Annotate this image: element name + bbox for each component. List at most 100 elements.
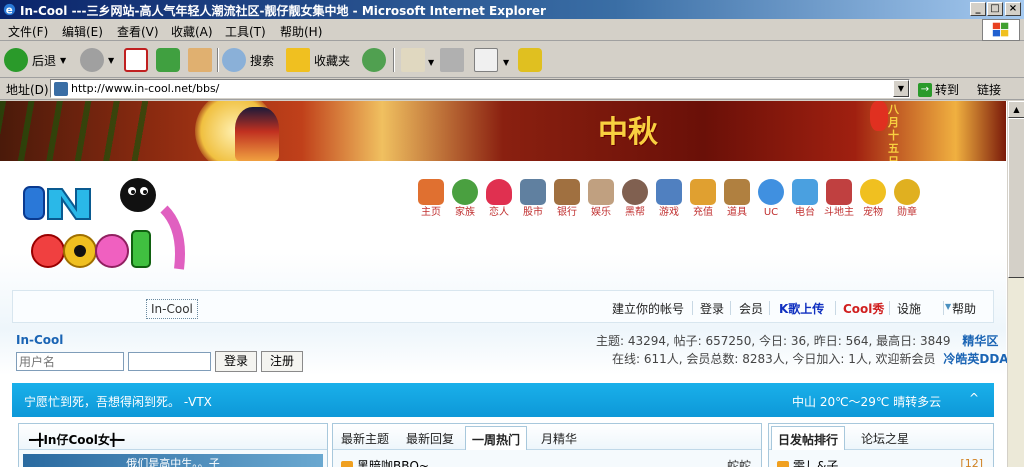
nav-items[interactable]: 道具 bbox=[720, 179, 754, 219]
history-icon[interactable] bbox=[362, 48, 386, 72]
menu-file[interactable]: 文件(F) bbox=[8, 23, 48, 40]
nav-bank[interactable]: 银行 bbox=[550, 179, 584, 219]
address-input[interactable]: http://www.in-cool.net/bbs/ ▼ bbox=[50, 79, 910, 98]
register-button[interactable]: 注册 bbox=[261, 351, 304, 372]
forward-button[interactable]: ▼ bbox=[80, 46, 114, 74]
topic-row[interactable]: 黑暗咖BBQ~ bbox=[341, 457, 429, 467]
bamboo-decoration bbox=[0, 101, 160, 161]
site-name[interactable]: In-Cool bbox=[16, 333, 63, 347]
chevron-down-icon[interactable]: ▼ bbox=[108, 56, 114, 65]
menu-view[interactable]: 查看(V) bbox=[117, 23, 159, 40]
new-member-link[interactable]: 冷皓英DDA bbox=[943, 352, 1008, 366]
tab-daily-post-ranking[interactable]: 日发帖排行 bbox=[771, 426, 846, 450]
print-icon[interactable] bbox=[440, 48, 464, 72]
mail-icon[interactable] bbox=[401, 48, 425, 72]
banner-vertical-text: 八月十五日夜 bbox=[888, 103, 899, 161]
menu-favorites[interactable]: 收藏(A) bbox=[171, 23, 213, 40]
tab-latest-replies[interactable]: 最新回复 bbox=[406, 430, 454, 447]
scroll-thumb[interactable] bbox=[1008, 118, 1024, 278]
separator bbox=[769, 301, 770, 315]
scroll-up-icon[interactable]: ▲ bbox=[1008, 101, 1024, 118]
maximize-button[interactable]: □ bbox=[987, 2, 1003, 16]
mid-autumn-banner: 中秋 八月十五日夜 bbox=[0, 101, 1006, 161]
game-icon bbox=[656, 179, 682, 205]
nav-recharge[interactable]: 充值 bbox=[686, 179, 720, 219]
chevron-down-icon[interactable]: ▼ bbox=[945, 302, 951, 311]
address-bar: 地址(D) http://www.in-cool.net/bbs/ ▼ → 转到… bbox=[0, 78, 1024, 100]
window-title: In-Cool ---三乡网站-高人气年轻人潮流社区-靓仔靓女集中地 - Mic… bbox=[20, 4, 546, 18]
medal-icon bbox=[894, 179, 920, 205]
house-icon bbox=[418, 179, 444, 205]
heart-icon bbox=[486, 179, 512, 205]
close-button[interactable]: × bbox=[1005, 2, 1021, 16]
in-cool-tab[interactable]: In-Cool bbox=[146, 299, 198, 319]
minimize-button[interactable]: _ bbox=[970, 2, 986, 16]
nav-stocks[interactable]: 股市 bbox=[516, 179, 550, 219]
featured-image[interactable]: 俄们是高中生。。子 bbox=[23, 454, 323, 467]
change-figure-decoration bbox=[235, 107, 279, 161]
forward-arrow-icon bbox=[80, 48, 104, 72]
edit-word-icon[interactable] bbox=[474, 48, 498, 72]
create-account-link[interactable]: 建立你的帐号 bbox=[612, 300, 684, 317]
toolbar: 后退 ▼ ▼ 搜索 收藏夹 ▼ ▼ bbox=[0, 42, 1024, 78]
tab-weekly-hot[interactable]: 一周热门 bbox=[465, 426, 528, 450]
karaoke-upload-link[interactable]: K歌上传 bbox=[779, 300, 824, 317]
tab-forum-stars[interactable]: 论坛之星 bbox=[861, 430, 909, 447]
menu-help[interactable]: 帮助(H) bbox=[280, 23, 322, 40]
chevron-down-icon[interactable]: ▼ bbox=[60, 56, 66, 65]
digest-link[interactable]: 精华区 bbox=[962, 334, 998, 348]
chevron-down-icon[interactable]: ▼ bbox=[503, 58, 509, 67]
nav-games[interactable]: 游戏 bbox=[652, 179, 686, 219]
go-button[interactable]: → 转到 bbox=[918, 81, 959, 98]
nav-radio[interactable]: 电台 bbox=[788, 179, 822, 219]
nav-home[interactable]: 主页 bbox=[414, 179, 448, 219]
pikachu-icon bbox=[860, 179, 886, 205]
topic-title[interactable]: 黑暗咖BBQ~ bbox=[357, 459, 429, 467]
nav-family[interactable]: 家族 bbox=[448, 179, 482, 219]
left-panel-title: ━╋In仔Cool女╋━ bbox=[29, 433, 125, 447]
favorites-button[interactable]: 收藏夹 bbox=[286, 46, 350, 74]
login-button[interactable]: 登录 bbox=[215, 351, 258, 372]
login-form: 登录 注册 bbox=[16, 351, 304, 372]
help-link[interactable]: 帮助 bbox=[952, 300, 976, 317]
vertical-scrollbar[interactable]: ▲ bbox=[1007, 101, 1024, 467]
in-cool-logo[interactable] bbox=[14, 169, 204, 281]
nav-medals[interactable]: 勋章 bbox=[890, 179, 924, 219]
collapse-icon[interactable]: ^ bbox=[969, 391, 979, 405]
nav-entertainment[interactable]: 娱乐 bbox=[584, 179, 618, 219]
password-input[interactable] bbox=[128, 352, 211, 371]
tab-latest-topics[interactable]: 最新主题 bbox=[341, 430, 389, 447]
nav-lovers[interactable]: 恋人 bbox=[482, 179, 516, 219]
refresh-icon[interactable] bbox=[156, 48, 180, 72]
weather-info: 中山 20℃～29℃ 晴转多云 bbox=[792, 395, 942, 409]
stop-icon[interactable] bbox=[124, 48, 148, 72]
ranking-count: [12] bbox=[960, 457, 983, 467]
cool-show-link[interactable]: Cool秀 bbox=[843, 300, 884, 317]
messenger-icon[interactable] bbox=[518, 48, 542, 72]
login-link[interactable]: 登录 bbox=[700, 300, 724, 317]
username-input[interactable] bbox=[16, 352, 124, 371]
uc-icon bbox=[758, 179, 784, 205]
nav-uc[interactable]: UC bbox=[754, 179, 788, 219]
menu-bar: 文件(F) 编辑(E) 查看(V) 收藏(A) 工具(T) 帮助(H) bbox=[0, 19, 1024, 41]
members-link[interactable]: 会员 bbox=[739, 300, 763, 317]
search-button[interactable]: 搜索 bbox=[222, 46, 274, 74]
tab-monthly-digest[interactable]: 月精华 bbox=[541, 430, 577, 447]
menu-edit[interactable]: 编辑(E) bbox=[62, 23, 103, 40]
nav-gang[interactable]: 黑帮 bbox=[618, 179, 652, 219]
settings-link[interactable]: 设施 bbox=[897, 300, 921, 317]
rank-icon bbox=[777, 460, 789, 467]
chevron-down-icon[interactable]: ▼ bbox=[893, 80, 909, 97]
ranking-row[interactable]: 雯し&子 bbox=[777, 457, 838, 467]
home-icon[interactable] bbox=[188, 48, 212, 72]
ranking-user[interactable]: 雯し&子 bbox=[793, 459, 838, 467]
address-url[interactable]: http://www.in-cool.net/bbs/ bbox=[71, 82, 219, 95]
links-button[interactable]: 链接 bbox=[977, 81, 1001, 98]
nav-pets[interactable]: 宠物 bbox=[856, 179, 890, 219]
nav-landlord[interactable]: 斗地主 bbox=[822, 179, 856, 219]
topic-author[interactable]: 蛇蛇 bbox=[727, 457, 751, 467]
online-stats-text: 在线: 611人, 会员总数: 8283人, 今日加入: 1人, 欢迎新会员 bbox=[612, 352, 936, 366]
chevron-down-icon[interactable]: ▼ bbox=[428, 58, 434, 67]
back-button[interactable]: 后退 ▼ bbox=[4, 46, 66, 74]
menu-tools[interactable]: 工具(T) bbox=[225, 23, 266, 40]
